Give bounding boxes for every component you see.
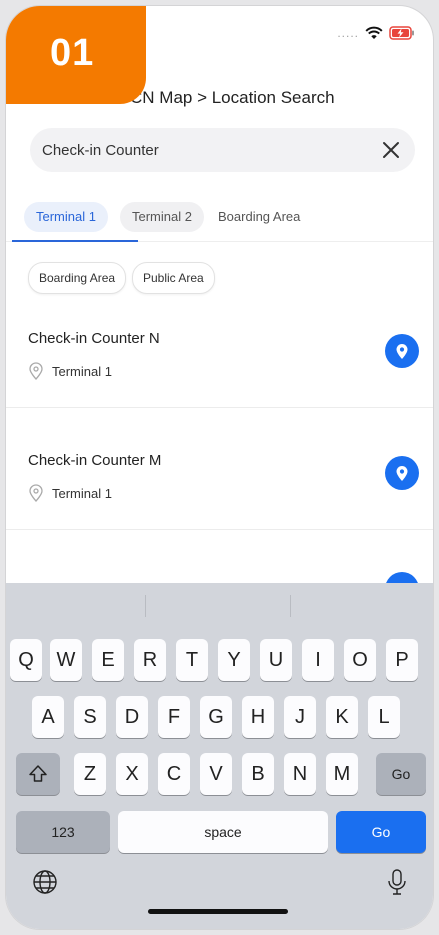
- go-button[interactable]: Go: [336, 811, 426, 853]
- key-s[interactable]: S: [74, 696, 106, 738]
- location-pin-icon: [29, 484, 43, 502]
- key-u[interactable]: U: [260, 639, 292, 681]
- go-key-small[interactable]: Go: [376, 753, 426, 795]
- key-z[interactable]: Z: [74, 753, 106, 795]
- key-t[interactable]: T: [176, 639, 208, 681]
- battery-charging-icon: [389, 26, 414, 40]
- close-icon[interactable]: [379, 138, 403, 162]
- result-title: Check-in Counter N: [28, 330, 160, 347]
- map-pin-icon: [396, 344, 408, 359]
- step-badge: 01: [6, 6, 146, 104]
- list-item[interactable]: Check-in Counter M Terminal 1: [6, 444, 433, 564]
- key-r[interactable]: R: [134, 639, 166, 681]
- key-w[interactable]: W: [50, 639, 82, 681]
- microphone-button[interactable]: [382, 867, 412, 897]
- home-indicator: [148, 909, 288, 914]
- key-x[interactable]: X: [116, 753, 148, 795]
- key-p[interactable]: P: [386, 639, 418, 681]
- key-k[interactable]: K: [326, 696, 358, 738]
- key-i[interactable]: I: [302, 639, 334, 681]
- key-a[interactable]: A: [32, 696, 64, 738]
- result-location-text: Terminal 1: [52, 485, 112, 501]
- terminal-tabs: Terminal 1 Terminal 2 Boarding Area: [6, 194, 433, 244]
- globe-button[interactable]: [30, 867, 60, 897]
- tab-terminal-2[interactable]: Terminal 2: [120, 202, 204, 232]
- chip-public-area[interactable]: Public Area: [132, 262, 215, 294]
- key-l[interactable]: L: [368, 696, 400, 738]
- location-pin-icon: [29, 362, 43, 380]
- numbers-key[interactable]: 123: [16, 811, 110, 853]
- step-badge-text: 01: [50, 32, 95, 74]
- result-location: Terminal 1: [28, 362, 112, 380]
- search-bar: [30, 128, 415, 172]
- signal-dots-icon: .....: [337, 26, 359, 40]
- key-q[interactable]: Q: [10, 639, 42, 681]
- key-d[interactable]: D: [116, 696, 148, 738]
- suggestion-separator: [145, 595, 146, 617]
- result-location: Terminal 1: [28, 484, 112, 502]
- key-n[interactable]: N: [284, 753, 316, 795]
- phone-screen: ..... CN Map > Location Search 01 Termin…: [6, 6, 433, 929]
- tab-terminal-1[interactable]: Terminal 1: [24, 202, 108, 232]
- map-pin-icon: [396, 466, 408, 481]
- space-key[interactable]: space: [118, 811, 328, 853]
- list-divider: [6, 407, 433, 408]
- key-e[interactable]: E: [92, 639, 124, 681]
- key-o[interactable]: O: [344, 639, 376, 681]
- key-v[interactable]: V: [200, 753, 232, 795]
- map-pin-button[interactable]: [385, 334, 419, 368]
- shift-key[interactable]: [16, 753, 60, 795]
- active-tab-indicator: [12, 240, 138, 242]
- key-f[interactable]: F: [158, 696, 190, 738]
- keyboard: Q W E R T Y U I O P A S D F G H J K L Z …: [6, 583, 433, 929]
- key-j[interactable]: J: [284, 696, 316, 738]
- result-location-text: Terminal 1: [52, 363, 112, 379]
- key-g[interactable]: G: [200, 696, 232, 738]
- tab-boarding-area[interactable]: Boarding Area: [206, 202, 312, 232]
- microphone-icon: [388, 869, 406, 895]
- search-input[interactable]: [42, 128, 362, 172]
- key-m[interactable]: M: [326, 753, 358, 795]
- chip-boarding-area[interactable]: Boarding Area: [28, 262, 127, 294]
- list-item[interactable]: Check-in Counter N Terminal 1: [6, 322, 433, 442]
- list-divider: [6, 529, 433, 530]
- map-pin-button[interactable]: [385, 456, 419, 490]
- shift-icon: [29, 765, 47, 782]
- wifi-icon: [365, 26, 383, 39]
- key-h[interactable]: H: [242, 696, 274, 738]
- suggestion-bar: [6, 583, 433, 625]
- key-y[interactable]: Y: [218, 639, 250, 681]
- breadcrumb-text: CN Map > Location Search: [130, 88, 335, 107]
- key-c[interactable]: C: [158, 753, 190, 795]
- result-title: Check-in Counter M: [28, 452, 162, 469]
- globe-icon: [33, 870, 57, 894]
- suggestion-separator: [290, 595, 291, 617]
- key-b[interactable]: B: [242, 753, 274, 795]
- area-filter-chips: Boarding Area Public Area: [6, 262, 433, 296]
- status-bar: .....: [337, 26, 415, 40]
